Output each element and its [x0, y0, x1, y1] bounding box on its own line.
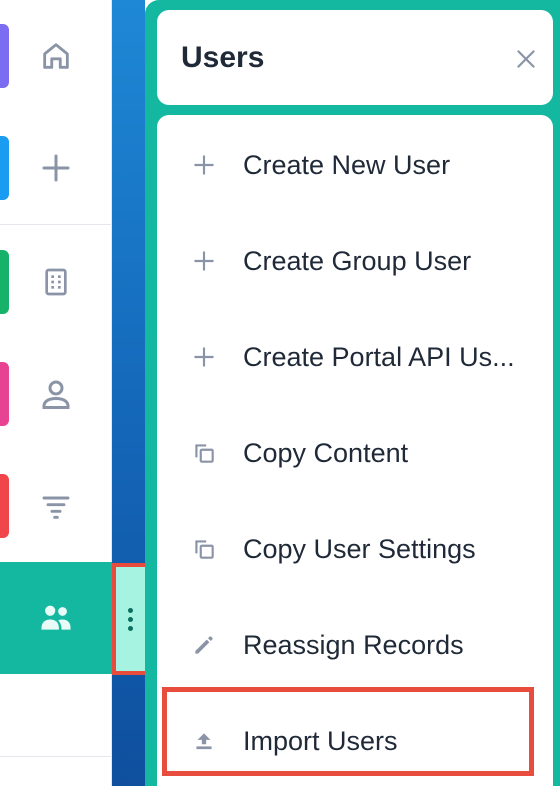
sidebar [0, 0, 112, 786]
building-icon [40, 265, 72, 299]
users-menu: Create New User Create Group User Create… [157, 115, 553, 786]
vertical-dots-icon [128, 607, 133, 631]
copy-icon [189, 438, 219, 468]
plus-icon [38, 150, 74, 186]
menu-item-copy-user-settings[interactable]: Copy User Settings [157, 501, 553, 597]
menu-item-create-new-user[interactable]: Create New User [157, 117, 553, 213]
menu-item-label: Copy User Settings [243, 533, 476, 564]
upload-icon [189, 726, 219, 756]
sidebar-divider [0, 756, 112, 757]
users-icon [38, 602, 74, 634]
sidebar-accent [0, 474, 9, 538]
plus-icon [189, 150, 219, 180]
sidebar-accent [0, 250, 9, 314]
home-icon [39, 39, 73, 73]
menu-item-create-portal-api-user[interactable]: Create Portal API Us... [157, 309, 553, 405]
filter-icon [40, 490, 72, 522]
sidebar-item-create[interactable] [0, 112, 112, 224]
sidebar-item-users[interactable] [0, 562, 112, 674]
plus-icon [189, 342, 219, 372]
menu-item-copy-content[interactable]: Copy Content [157, 405, 553, 501]
menu-item-label: Reassign Records [243, 629, 464, 660]
sidebar-accent [0, 24, 9, 88]
app-screen: Users Create New User Create Group User [0, 0, 560, 786]
menu-item-label: Create Portal API Us... [243, 341, 515, 372]
panel-title: Users [181, 41, 265, 74]
menu-item-create-group-user[interactable]: Create Group User [157, 213, 553, 309]
plus-icon [189, 246, 219, 276]
users-panel: Users Create New User Create Group User [145, 0, 560, 786]
sidebar-item-contacts[interactable] [0, 338, 112, 450]
menu-item-label: Import Users [243, 725, 398, 756]
sidebar-item-filters[interactable] [0, 450, 112, 562]
menu-item-reassign-records[interactable]: Reassign Records [157, 597, 553, 693]
sidebar-accent [0, 362, 9, 426]
sidebar-accent [0, 136, 9, 200]
menu-item-label: Create New User [243, 149, 451, 180]
close-icon[interactable] [513, 46, 539, 72]
copy-icon [189, 534, 219, 564]
sidebar-item-accounts[interactable] [0, 226, 112, 338]
menu-item-label: Create Group User [243, 245, 472, 276]
panel-header: Users [157, 10, 553, 105]
user-icon [38, 376, 74, 412]
menu-item-label: Copy Content [243, 437, 409, 468]
sidebar-item-home[interactable] [0, 0, 112, 112]
panel-resize-handle[interactable] [112, 563, 149, 675]
pencil-icon [189, 630, 219, 660]
sidebar-divider [0, 224, 112, 225]
menu-item-import-users[interactable]: Import Users [157, 693, 553, 786]
